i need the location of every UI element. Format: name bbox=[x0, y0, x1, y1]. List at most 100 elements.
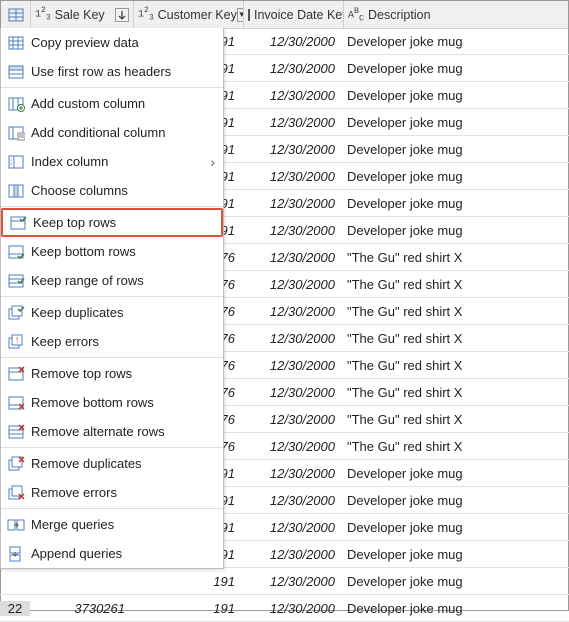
cell-invoice-date: 12/30/2000 bbox=[243, 331, 343, 346]
cell-invoice-date: 12/30/2000 bbox=[243, 169, 343, 184]
cell-description: Developer joke mug bbox=[343, 196, 569, 211]
menu-separator bbox=[1, 296, 223, 297]
cell-invoice-date: 12/30/2000 bbox=[243, 115, 343, 130]
cell-description: Developer joke mug bbox=[343, 493, 569, 508]
cell-description: Developer joke mug bbox=[343, 466, 569, 481]
cell-customer-key: 191 bbox=[133, 574, 243, 589]
menu-item-icon bbox=[5, 333, 27, 351]
menu-item-remove-errors[interactable]: Remove errors bbox=[1, 478, 223, 507]
cell-customer-key: 191 bbox=[133, 601, 243, 616]
menu-item-label: Keep errors bbox=[31, 334, 215, 349]
column-header-description[interactable]: ABC Description bbox=[344, 1, 568, 28]
row-number: 22 bbox=[0, 601, 30, 616]
menu-item-label: Keep top rows bbox=[33, 215, 213, 230]
cell-invoice-date: 12/30/2000 bbox=[243, 142, 343, 157]
menu-item-keep-errors[interactable]: Keep errors bbox=[1, 327, 223, 356]
table-icon bbox=[8, 8, 24, 22]
corner-menu-button[interactable] bbox=[1, 1, 31, 28]
header-label: Description bbox=[368, 8, 431, 22]
menu-item-remove-alternate-rows[interactable]: Remove alternate rows bbox=[1, 417, 223, 446]
menu-item-label: Add conditional column bbox=[31, 125, 215, 140]
menu-item-keep-top-rows[interactable]: Keep top rows bbox=[1, 208, 223, 237]
menu-item-add-conditional-column[interactable]: Add conditional column bbox=[1, 118, 223, 147]
menu-item-icon bbox=[5, 423, 27, 441]
menu-item-label: Copy preview data bbox=[31, 35, 215, 50]
menu-item-keep-bottom-rows[interactable]: Keep bottom rows bbox=[1, 237, 223, 266]
table-row[interactable]: 19112/30/2000Developer joke mug bbox=[0, 568, 569, 595]
submenu-arrow-icon: › bbox=[210, 154, 215, 170]
menu-item-copy-preview-data[interactable]: Copy preview data bbox=[1, 28, 223, 57]
cell-description: Developer joke mug bbox=[343, 547, 569, 562]
column-header-invoice-date[interactable]: Invoice Date Key ▼ bbox=[244, 1, 344, 28]
menu-item-keep-range-of-rows[interactable]: Keep range of rows bbox=[1, 266, 223, 295]
cell-description: "The Gu" red shirt X bbox=[343, 250, 569, 265]
cell-invoice-date: 12/30/2000 bbox=[243, 358, 343, 373]
menu-separator bbox=[1, 357, 223, 358]
column-header-sale-key[interactable]: 123 Sale Key bbox=[31, 1, 134, 28]
menu-item-icon bbox=[5, 365, 27, 383]
filter-dropdown[interactable]: ▼ bbox=[237, 8, 244, 22]
menu-item-label: Remove errors bbox=[31, 485, 215, 500]
cell-invoice-date: 12/30/2000 bbox=[243, 412, 343, 427]
menu-item-add-custom-column[interactable]: Add custom column bbox=[1, 89, 223, 118]
menu-item-icon bbox=[5, 63, 27, 81]
menu-item-label: Add custom column bbox=[31, 96, 215, 111]
cell-invoice-date: 12/30/2000 bbox=[243, 196, 343, 211]
cell-invoice-date: 12/30/2000 bbox=[243, 304, 343, 319]
menu-item-label: Keep duplicates bbox=[31, 305, 215, 320]
cell-description: Developer joke mug bbox=[343, 601, 569, 616]
menu-item-icon bbox=[7, 214, 29, 232]
header-label: Invoice Date Key bbox=[254, 8, 344, 22]
menu-item-merge-queries[interactable]: Merge queries bbox=[1, 510, 223, 539]
menu-item-icon bbox=[5, 243, 27, 261]
sort-desc-button[interactable] bbox=[115, 8, 129, 22]
table-row[interactable]: 22373026119112/30/2000Developer joke mug bbox=[0, 595, 569, 622]
menu-separator bbox=[1, 206, 223, 207]
cell-invoice-date: 12/30/2000 bbox=[243, 61, 343, 76]
cell-invoice-date: 12/30/2000 bbox=[243, 277, 343, 292]
cell-invoice-date: 12/30/2000 bbox=[243, 34, 343, 49]
menu-item-remove-duplicates[interactable]: Remove duplicates bbox=[1, 449, 223, 478]
text-type-icon: ABC bbox=[348, 6, 364, 23]
cell-description: "The Gu" red shirt X bbox=[343, 439, 569, 454]
cell-invoice-date: 12/30/2000 bbox=[243, 493, 343, 508]
menu-item-keep-duplicates[interactable]: Keep duplicates bbox=[1, 298, 223, 327]
menu-item-label: Keep range of rows bbox=[31, 273, 215, 288]
column-header-row: 123 Sale Key 123 Customer Key ▼ Invoice … bbox=[1, 1, 568, 29]
cell-description: Developer joke mug bbox=[343, 88, 569, 103]
cell-description: "The Gu" red shirt X bbox=[343, 304, 569, 319]
menu-item-label: Remove alternate rows bbox=[31, 424, 215, 439]
menu-item-label: Choose columns bbox=[31, 183, 215, 198]
menu-item-label: Append queries bbox=[31, 546, 215, 561]
menu-item-icon bbox=[5, 95, 27, 113]
cell-description: Developer joke mug bbox=[343, 115, 569, 130]
menu-item-label: Remove duplicates bbox=[31, 456, 215, 471]
cell-description: "The Gu" red shirt X bbox=[343, 331, 569, 346]
menu-item-icon bbox=[5, 455, 27, 473]
header-label: Sale Key bbox=[55, 8, 105, 22]
menu-item-label: Remove top rows bbox=[31, 366, 215, 381]
menu-item-icon bbox=[5, 272, 27, 290]
menu-item-index-column[interactable]: Index column› bbox=[1, 147, 223, 176]
cell-invoice-date: 12/30/2000 bbox=[243, 601, 343, 616]
cell-description: Developer joke mug bbox=[343, 223, 569, 238]
menu-item-use-first-row-as-headers[interactable]: Use first row as headers bbox=[1, 57, 223, 86]
cell-description: "The Gu" red shirt X bbox=[343, 277, 569, 292]
menu-item-icon bbox=[5, 304, 27, 322]
cell-invoice-date: 12/30/2000 bbox=[243, 223, 343, 238]
menu-item-choose-columns[interactable]: Choose columns bbox=[1, 176, 223, 205]
menu-separator bbox=[1, 87, 223, 88]
cell-sale-key: 3730261 bbox=[30, 601, 133, 616]
cell-description: "The Gu" red shirt X bbox=[343, 412, 569, 427]
cell-description: Developer joke mug bbox=[343, 520, 569, 535]
cell-description: Developer joke mug bbox=[343, 61, 569, 76]
menu-item-label: Index column bbox=[31, 154, 210, 169]
menu-item-icon bbox=[5, 516, 27, 534]
column-header-customer-key[interactable]: 123 Customer Key ▼ bbox=[134, 1, 244, 28]
menu-item-remove-top-rows[interactable]: Remove top rows bbox=[1, 359, 223, 388]
menu-item-append-queries[interactable]: Append queries bbox=[1, 539, 223, 568]
cell-invoice-date: 12/30/2000 bbox=[243, 88, 343, 103]
menu-item-remove-bottom-rows[interactable]: Remove bottom rows bbox=[1, 388, 223, 417]
cell-description: "The Gu" red shirt X bbox=[343, 358, 569, 373]
cell-invoice-date: 12/30/2000 bbox=[243, 520, 343, 535]
